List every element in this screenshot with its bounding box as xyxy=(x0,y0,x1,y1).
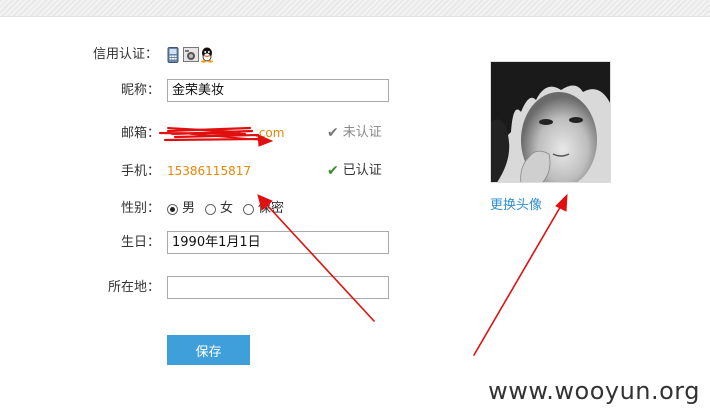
save-button[interactable]: 保存 xyxy=(167,335,250,365)
nickname-label: 昵称： xyxy=(120,83,160,98)
location-label: 所在地： xyxy=(107,280,160,295)
email-status: ✔ 未认证 xyxy=(327,124,382,142)
phone-icon[interactable] xyxy=(166,47,180,63)
check-icon: ✔ xyxy=(327,163,339,179)
nickname-input[interactable]: 金荣美妆 xyxy=(167,79,389,102)
gender-radio-male[interactable] xyxy=(167,203,178,215)
gender-label: 性别： xyxy=(120,201,160,216)
gender-option-male: 男 xyxy=(182,201,196,216)
email-status-text: 未认证 xyxy=(342,125,382,140)
phone-label: 手机： xyxy=(120,164,160,179)
top-bar xyxy=(0,0,710,17)
arrow-to-avatar xyxy=(473,193,568,356)
birthday-input[interactable]: 1990年1月1日 xyxy=(167,231,389,254)
change-avatar-link[interactable]: 更换头像 xyxy=(490,194,542,213)
camera-icon[interactable] xyxy=(183,47,199,62)
credit-label: 信用认证： xyxy=(92,47,158,62)
watermark: www.wooyun.org xyxy=(488,377,700,405)
email-redaction-scribble xyxy=(158,126,264,142)
phone-status-text: 已认证 xyxy=(342,163,382,178)
gender-radio-female[interactable] xyxy=(205,203,217,215)
birthday-label: 生日： xyxy=(120,235,160,250)
email-value: .com xyxy=(255,126,285,140)
gender-radio-group: 男 女 保密 xyxy=(167,200,290,218)
phone-status: ✔ 已认证 xyxy=(327,162,382,180)
qq-icon[interactable] xyxy=(200,47,214,63)
location-input[interactable] xyxy=(167,276,389,299)
phone-value: 15386115817 xyxy=(167,164,251,178)
avatar xyxy=(490,61,611,183)
gender-radio-secret[interactable] xyxy=(243,203,255,215)
check-icon: ✔ xyxy=(327,125,339,141)
gender-option-secret: 保密 xyxy=(258,201,285,216)
email-label: 邮箱： xyxy=(120,126,160,141)
gender-option-female: 女 xyxy=(220,201,234,216)
credit-icons xyxy=(166,47,217,63)
